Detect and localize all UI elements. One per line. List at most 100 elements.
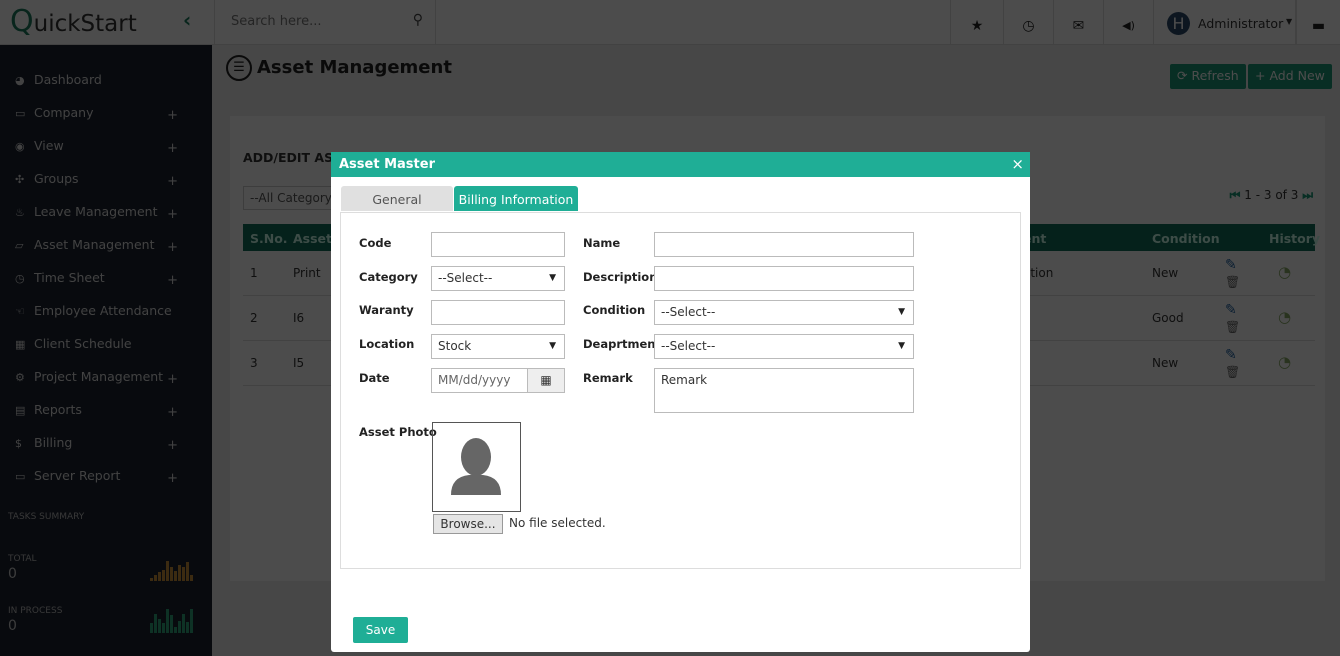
sidebar-item-asset-management[interactable]: ▱ Asset Management + bbox=[15, 237, 200, 255]
sidebar-item-label: Server Report bbox=[34, 468, 121, 483]
name-label: Name bbox=[583, 236, 621, 250]
sidebar-item-view[interactable]: ◉ View + bbox=[15, 138, 200, 156]
volume-icon[interactable]: ◀) bbox=[1103, 0, 1153, 45]
sparkline-bar bbox=[162, 570, 165, 581]
sidebar-item-leave-management[interactable]: ♨ Leave Management + bbox=[15, 204, 200, 222]
expand-plus-icon[interactable]: + bbox=[167, 438, 178, 453]
cell-sno: 3 bbox=[250, 356, 258, 370]
location-select[interactable]: Stock bbox=[431, 334, 565, 359]
cell-sno: 2 bbox=[250, 311, 258, 325]
expand-plus-icon[interactable]: + bbox=[167, 174, 178, 189]
clock-icon[interactable]: ◷ bbox=[1003, 0, 1053, 45]
top-bar: QuickStart ‹ Search here... ⚲ ★ ◷ ✉ ◀) HA… bbox=[0, 0, 1340, 45]
sidebar-item-label: Project Management bbox=[34, 369, 164, 384]
expand-plus-icon[interactable]: + bbox=[167, 108, 178, 123]
inprocess-label: IN PROCESS bbox=[8, 606, 63, 616]
inprocess-value: 0 bbox=[8, 618, 17, 634]
sidebar-item-label: Company bbox=[34, 105, 94, 120]
sidebar-item-project-management[interactable]: ⚙ Project Management + bbox=[15, 369, 200, 387]
expand-plus-icon[interactable]: + bbox=[167, 207, 178, 222]
condition-label: Condition bbox=[583, 303, 646, 317]
sidebar-item-time-sheet[interactable]: ◷ Time Sheet + bbox=[15, 270, 200, 288]
expand-plus-icon[interactable]: + bbox=[167, 372, 178, 387]
close-icon[interactable]: × bbox=[1011, 155, 1024, 173]
cogs-icon: ⚙ bbox=[15, 371, 25, 384]
date-input[interactable]: MM/dd/yyyy bbox=[431, 368, 528, 393]
search-placeholder: Search here... bbox=[231, 14, 322, 29]
cell-code: I6 bbox=[293, 311, 305, 325]
sidebar-item-label: Billing bbox=[34, 435, 73, 450]
search-icon[interactable]: ⚲ bbox=[413, 12, 423, 28]
sidebar-item-reports[interactable]: ▤ Reports + bbox=[15, 402, 200, 420]
remark-textarea[interactable]: Remark bbox=[654, 368, 914, 413]
last-page-icon[interactable]: ⏭ bbox=[1302, 188, 1313, 202]
refresh-button[interactable]: ⟳ Refresh bbox=[1170, 64, 1246, 89]
sparkline-bar bbox=[154, 614, 157, 633]
warranty-input[interactable] bbox=[431, 300, 565, 325]
edit-icon[interactable]: ✎ bbox=[1225, 302, 1237, 318]
sparkline-bar bbox=[170, 615, 173, 633]
save-button[interactable]: Save bbox=[353, 617, 408, 643]
calendar-icon[interactable]: ▦ bbox=[527, 368, 565, 393]
expand-plus-icon[interactable]: + bbox=[167, 471, 178, 486]
cell-code: I5 bbox=[293, 356, 305, 370]
sidebar: TASKS SUMMARY TOTAL 0 IN PROCESS 0 ◕ Dash… bbox=[0, 45, 212, 656]
sidebar-item-groups[interactable]: ✣ Groups + bbox=[15, 171, 200, 189]
cell-condition: Good bbox=[1152, 311, 1184, 325]
total-value: 0 bbox=[8, 566, 17, 582]
sparkline-bar bbox=[154, 575, 157, 581]
cell-condition: New bbox=[1152, 266, 1179, 280]
collapse-sidebar-icon[interactable]: ‹ bbox=[183, 8, 191, 32]
history-icon[interactable]: ◔ bbox=[1278, 263, 1291, 281]
sidebar-item-employee-attendance[interactable]: ☜ Employee Attendance bbox=[15, 303, 200, 318]
history-icon[interactable]: ◔ bbox=[1278, 353, 1291, 371]
edit-icon[interactable]: ✎ bbox=[1225, 347, 1237, 363]
search-input[interactable]: Search here... ⚲ bbox=[214, 0, 436, 45]
browse-button[interactable]: Browse... bbox=[433, 514, 503, 534]
sidebar-item-dashboard[interactable]: ◕ Dashboard bbox=[15, 72, 200, 87]
star-icon[interactable]: ★ bbox=[950, 0, 1003, 45]
expand-plus-icon[interactable]: + bbox=[167, 240, 178, 255]
sparkline-bar bbox=[166, 561, 169, 581]
user-name: Administrator bbox=[1198, 16, 1284, 31]
sparkline-bar bbox=[178, 565, 181, 581]
expand-plus-icon[interactable]: + bbox=[167, 273, 178, 288]
delete-icon[interactable]: 🗑 bbox=[1225, 365, 1240, 379]
add-new-button[interactable]: + Add New bbox=[1248, 64, 1332, 89]
mail-icon[interactable]: ✉ bbox=[1053, 0, 1103, 45]
asset-photo-label: Asset Photo bbox=[359, 425, 437, 439]
chat-icon[interactable]: ▬ bbox=[1296, 0, 1340, 45]
sidebar-item-company[interactable]: ▭ Company + bbox=[15, 105, 200, 123]
hand-icon: ☜ bbox=[15, 305, 25, 318]
sidebar-item-client-schedule[interactable]: ▦ Client Schedule bbox=[15, 336, 200, 351]
code-input[interactable] bbox=[431, 232, 565, 257]
sidebar-item-label: Dashboard bbox=[34, 72, 102, 87]
tab-general[interactable]: General bbox=[341, 186, 453, 211]
asset-photo-placeholder bbox=[432, 422, 521, 512]
history-icon[interactable]: ◔ bbox=[1278, 308, 1291, 326]
delete-icon[interactable]: 🗑 bbox=[1225, 320, 1240, 334]
expand-plus-icon[interactable]: + bbox=[167, 405, 178, 420]
first-page-icon[interactable]: ⏮ bbox=[1230, 188, 1241, 202]
description-input[interactable] bbox=[654, 266, 914, 291]
delete-icon[interactable]: 🗑 bbox=[1225, 275, 1240, 289]
th-condition: Condition bbox=[1152, 231, 1220, 246]
sidebar-item-label: View bbox=[34, 138, 64, 153]
edit-icon[interactable]: ✎ bbox=[1225, 257, 1237, 273]
name-input[interactable] bbox=[654, 232, 914, 257]
sidebar-item-server-report[interactable]: ▭ Server Report + bbox=[15, 468, 200, 486]
department-select[interactable]: --Select-- bbox=[654, 334, 914, 359]
location-label: Location bbox=[359, 337, 415, 351]
expand-plus-icon[interactable]: + bbox=[167, 141, 178, 156]
sidebar-item-billing[interactable]: $ Billing + bbox=[15, 435, 200, 453]
condition-select[interactable]: --Select-- bbox=[654, 300, 914, 325]
th-history: History bbox=[1269, 231, 1321, 246]
sparkline-bar bbox=[174, 627, 177, 633]
sparkline-bar bbox=[182, 614, 185, 633]
user-menu[interactable]: H Administrator ▼ bbox=[1153, 0, 1296, 45]
page-title: ☰ Asset Management bbox=[226, 55, 452, 81]
category-select[interactable]: --Select-- bbox=[431, 266, 565, 291]
tab-billing-information[interactable]: Billing Information bbox=[454, 186, 578, 211]
list-icon: ☰ bbox=[226, 55, 252, 81]
date-label: Date bbox=[359, 371, 390, 385]
